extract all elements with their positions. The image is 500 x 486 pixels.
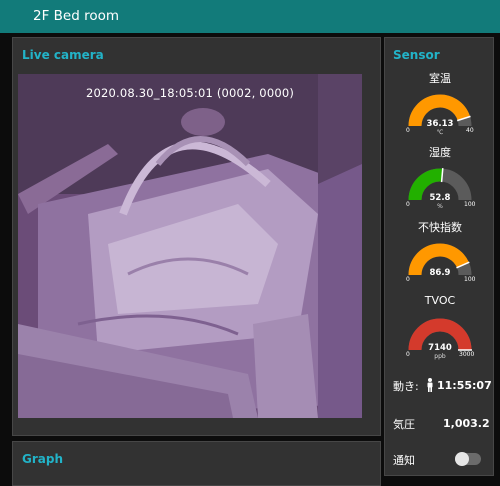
graph-panel: Graph [12, 441, 381, 486]
gauge-humidity-arc [408, 168, 472, 201]
gauge-tvoc-arc [408, 318, 472, 351]
notify-toggle[interactable] [455, 452, 481, 466]
pressure-value: 1,003.2 [443, 417, 490, 430]
gauge-tvoc: 7140 ppb 0 3000 [385, 310, 495, 370]
camera-timestamp: 2020.08.30_18:05:01 (0002, 0000) [85, 86, 295, 100]
sensor-panel: Sensor 室温 36.13 ℃ 0 40 湿度 52.8 % 0 100 不… [384, 37, 494, 476]
gauge-label-humidity: 湿度 [429, 146, 451, 159]
gauge-discomfort-value: 86.9 [429, 268, 451, 278]
gauge-discomfort-arc [408, 243, 472, 276]
gauge-temperature-min: 0 [406, 127, 410, 134]
gauge-label-discomfort: 不快指数 [418, 221, 462, 234]
gauge-label-temperature: 室温 [429, 72, 451, 85]
gauge-humidity-min: 0 [406, 201, 410, 208]
person-icon [426, 377, 434, 396]
gauge-tvoc-value: 7140 [428, 343, 452, 353]
sensor-panel-title: Sensor [393, 48, 440, 62]
gauge-humidity-value: 52.8 [429, 193, 451, 203]
header-bar: 2F Bed room [0, 0, 500, 33]
page-title: 2F Bed room [33, 8, 119, 24]
motion-label: 動き: [393, 380, 419, 393]
gauge-tvoc-max: 3000 [459, 351, 475, 358]
motion-value: 11:55:07 [437, 379, 492, 392]
pressure-label: 気圧 [393, 418, 415, 431]
gauge-humidity: 52.8 % 0 100 [385, 160, 495, 220]
gauge-tvoc-min: 0 [406, 351, 410, 358]
gauge-label-tvoc: TVOC [424, 294, 456, 307]
camera-scene [18, 74, 362, 418]
gauge-temperature-value: 36.13 [426, 119, 454, 129]
live-camera-panel: Live camera 2020.08.30_18:05:01 (0002, 0… [12, 37, 381, 436]
graph-panel-title: Graph [22, 452, 63, 466]
gauge-discomfort: 86.9 0 100 [385, 235, 495, 295]
gauge-tvoc-unit: ppb [434, 353, 446, 360]
gauge-humidity-max: 100 [464, 201, 476, 208]
gauge-humidity-unit: % [437, 203, 443, 210]
camera-feed-image[interactable]: 2020.08.30_18:05:01 (0002, 0000) [18, 74, 362, 418]
gauge-discomfort-min: 0 [406, 276, 410, 283]
notify-toggle-knob [455, 452, 469, 466]
gauge-temperature: 36.13 ℃ 0 40 [385, 86, 495, 146]
camera-panel-title: Live camera [22, 48, 104, 62]
gauge-temperature-arc [408, 94, 472, 127]
gauge-temperature-max: 40 [466, 127, 474, 134]
notify-label: 通知 [393, 454, 415, 467]
gauge-temperature-unit: ℃ [436, 129, 444, 136]
gauge-discomfort-max: 100 [464, 276, 476, 283]
